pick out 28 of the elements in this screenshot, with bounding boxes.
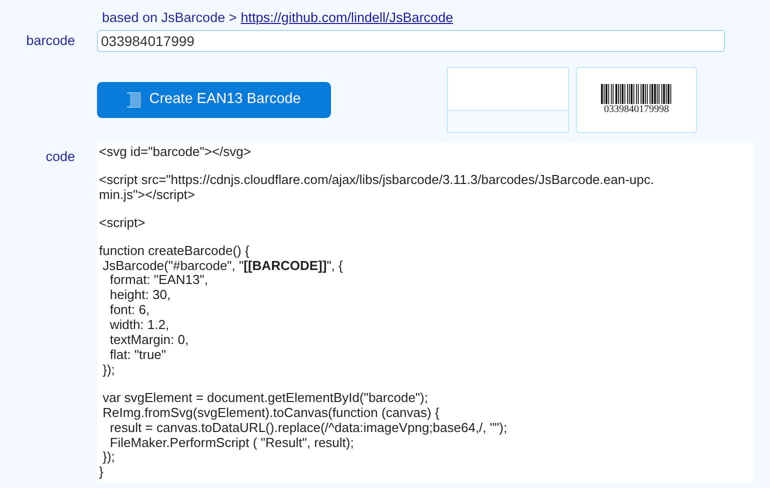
code-line: format: "EAN13", <box>110 273 208 288</box>
create-barcode-button[interactable]: Create EAN13 Barcode <box>97 82 331 118</box>
code-line: textMargin: 0, <box>108 333 189 348</box>
code-line: min.js"></script> <box>99 188 196 203</box>
code-line: width: 1.2, <box>108 318 170 334</box>
list-icon <box>127 92 142 108</box>
code-line: <script src="https://cdnjs.cloudflare.com/ajax/libs/jsbarcode/3.11.3/barcodes/JsBarcode.ean-upc. <box>99 172 654 188</box>
barcode-label: barcode <box>25 32 75 50</box>
code-label: code <box>44 148 75 166</box>
code-line: var svgElement = document.getElementById("barcode"); <box>102 390 428 406</box>
code-line: JsBarcode("#barcode", "[[BARCODE]]", { <box>102 258 343 274</box>
code-line: result = canvas.toDataURL().replace(/^data:imageVpng;base64,/, ""); <box>110 420 508 436</box>
code-line: FileMaker.PerformScript ( "Result", result); <box>108 436 354 450</box>
barcode-drawing <box>601 84 672 104</box>
code-line: flat: "true" <box>108 348 166 363</box>
code-line: function createBarcode() { <box>99 244 250 259</box>
code-line: <script> <box>99 216 146 231</box>
code-line: ReImg.fromSvg(svgElement).toCanvas(function (canvas) { <box>102 406 440 421</box>
barcode-number: 0339840179998 <box>604 104 669 116</box>
code-line: }); <box>102 450 115 466</box>
credit-text: based on JsBarcode > <box>102 9 237 27</box>
code-line: <svg id="barcode"></svg> <box>99 145 251 160</box>
code-line: }); <box>102 362 115 378</box>
barcode-input[interactable]: 033984017999 <box>97 30 725 52</box>
github-link[interactable]: https://github.com/lindell/JsBarcode <box>240 8 454 30</box>
code-line: font: 6, <box>108 303 150 318</box>
code-line: } <box>99 465 104 480</box>
code-line: height: 30, <box>108 288 171 304</box>
